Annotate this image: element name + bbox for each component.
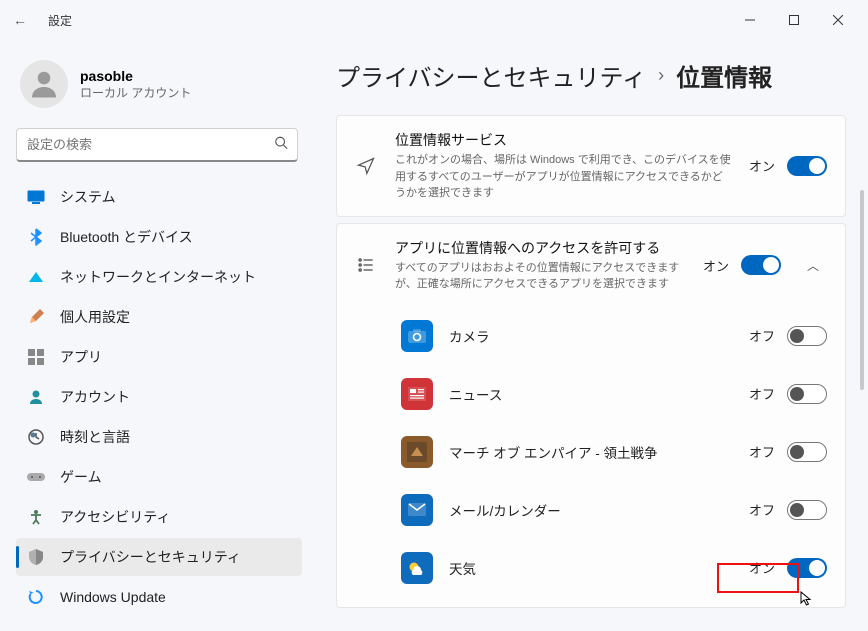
user-subtitle: ローカル アカウント — [80, 84, 191, 101]
user-name: pasoble — [80, 68, 191, 84]
gaming-icon — [26, 467, 46, 487]
minimize-icon — [745, 15, 755, 25]
mail-toggle[interactable] — [787, 500, 827, 520]
sidebar-item-bluetooth[interactable]: Bluetooth とデバイス — [16, 218, 302, 256]
app-state-label: オン — [749, 558, 775, 577]
scrollbar-track[interactable] — [860, 190, 864, 621]
apps-icon — [26, 347, 46, 367]
app-row-camera: カメラオフ — [401, 307, 827, 365]
app-state-label: オフ — [749, 384, 775, 403]
search-input[interactable] — [16, 128, 298, 162]
mail-app-icon — [401, 494, 433, 526]
sidebar: pasoble ローカル アカウント システム Bluetooth とデバイスネッ… — [0, 40, 310, 631]
location-service-state-label: オン — [749, 156, 775, 175]
sidebar-item-time[interactable]: 時刻と言語 — [16, 418, 302, 456]
camera-toggle[interactable] — [787, 326, 827, 346]
time-icon — [26, 427, 46, 447]
accounts-icon — [26, 387, 46, 407]
accessibility-icon — [26, 507, 46, 527]
sidebar-item-accessibility[interactable]: アクセシビリティ — [16, 498, 302, 536]
sidebar-item-label: 個人用設定 — [60, 307, 130, 327]
main-content: プライバシーとセキュリティ › 位置情報 位置情報サービス これがオンの場合、場… — [310, 40, 868, 631]
maximize-icon — [789, 15, 799, 25]
breadcrumb-parent[interactable]: プライバシーとセキュリティ — [336, 58, 646, 93]
app-access-card[interactable]: アプリに位置情報へのアクセスを許可する すべてのアプリはおおよその位置情報にアク… — [336, 223, 846, 608]
breadcrumb-separator: › — [658, 65, 664, 86]
breadcrumb-current: 位置情報 — [676, 58, 772, 93]
system-icon — [26, 187, 46, 207]
sidebar-item-accounts[interactable]: アカウント — [16, 378, 302, 416]
app-state-label: オフ — [749, 326, 775, 345]
location-arrow-icon — [355, 156, 377, 176]
sidebar-item-label: Windows Update — [60, 589, 166, 605]
sidebar-item-label: アプリ — [60, 347, 102, 367]
sidebar-item-label: Bluetooth とデバイス — [60, 227, 193, 247]
location-service-card[interactable]: 位置情報サービス これがオンの場合、場所は Windows で利用でき、このデバ… — [336, 115, 846, 217]
app-state-label: オフ — [749, 500, 775, 519]
sidebar-item-personalize[interactable]: 個人用設定 — [16, 298, 302, 336]
sidebar-item-label: アカウント — [60, 387, 130, 407]
app-access-toggle[interactable] — [741, 255, 781, 275]
location-service-title: 位置情報サービス — [395, 130, 731, 150]
app-row-mail: メール/カレンダーオフ — [401, 481, 827, 539]
news-app-icon — [401, 378, 433, 410]
app-name-label: カメラ — [449, 326, 733, 346]
chevron-up-icon[interactable]: ︿ — [799, 257, 827, 274]
search-icon — [274, 136, 288, 155]
sidebar-item-label: 時刻と言語 — [60, 427, 130, 447]
app-title: 設定 — [48, 12, 72, 29]
breadcrumb: プライバシーとセキュリティ › 位置情報 — [336, 58, 846, 93]
sidebar-item-label: プライバシーとセキュリティ — [60, 547, 241, 567]
privacy-icon — [26, 547, 46, 567]
sidebar-item-apps[interactable]: アプリ — [16, 338, 302, 376]
location-service-subtitle: これがオンの場合、場所は Windows で利用でき、このデバイスを使用するすべ… — [395, 152, 731, 202]
news-toggle[interactable] — [787, 384, 827, 404]
camera-app-icon — [401, 320, 433, 352]
app-access-subtitle: すべてのアプリはおおよその位置情報にアクセスできますが、正確な場所にアクセスでき… — [395, 260, 685, 293]
sidebar-item-system[interactable]: システム — [16, 178, 302, 216]
sidebar-item-label: ゲーム — [60, 467, 102, 487]
app-name-label: 天気 — [449, 558, 733, 578]
back-button[interactable]: ← — [8, 12, 32, 28]
app-access-title: アプリに位置情報へのアクセスを許可する — [395, 238, 685, 258]
app-row-weather: 天気オン — [401, 539, 827, 597]
avatar-icon — [26, 66, 62, 102]
personalize-icon — [26, 307, 46, 327]
march-app-icon — [401, 436, 433, 468]
app-row-march: マーチ オブ エンパイア - 領土戦争オフ — [401, 423, 827, 481]
sidebar-item-network[interactable]: ネットワークとインターネット — [16, 258, 302, 296]
network-icon — [26, 267, 46, 287]
bluetooth-icon — [26, 227, 46, 247]
march-toggle[interactable] — [787, 442, 827, 462]
sidebar-item-label: ネットワークとインターネット — [60, 267, 256, 287]
close-icon — [833, 15, 843, 25]
sidebar-item-privacy[interactable]: プライバシーとセキュリティ — [16, 538, 302, 576]
app-access-state-label: オン — [703, 256, 729, 275]
sidebar-item-update[interactable]: Windows Update — [16, 578, 302, 616]
location-service-toggle[interactable] — [787, 156, 827, 176]
sidebar-item-label: アクセシビリティ — [60, 507, 170, 527]
list-icon — [355, 255, 377, 275]
app-name-label: マーチ オブ エンパイア - 領土戦争 — [449, 442, 733, 462]
app-name-label: メール/カレンダー — [449, 500, 733, 520]
weather-app-icon — [401, 552, 433, 584]
app-row-news: ニュースオフ — [401, 365, 827, 423]
update-icon — [26, 587, 46, 607]
minimize-button[interactable] — [728, 4, 772, 36]
scrollbar-thumb[interactable] — [860, 190, 864, 390]
avatar — [20, 60, 68, 108]
app-name-label: ニュース — [449, 384, 733, 404]
maximize-button[interactable] — [772, 4, 816, 36]
weather-toggle[interactable] — [787, 558, 827, 578]
close-button[interactable] — [816, 4, 860, 36]
app-state-label: オフ — [749, 442, 775, 461]
sidebar-item-gaming[interactable]: ゲーム — [16, 458, 302, 496]
sidebar-item-label: システム — [60, 187, 116, 207]
user-profile[interactable]: pasoble ローカル アカウント — [16, 52, 302, 122]
